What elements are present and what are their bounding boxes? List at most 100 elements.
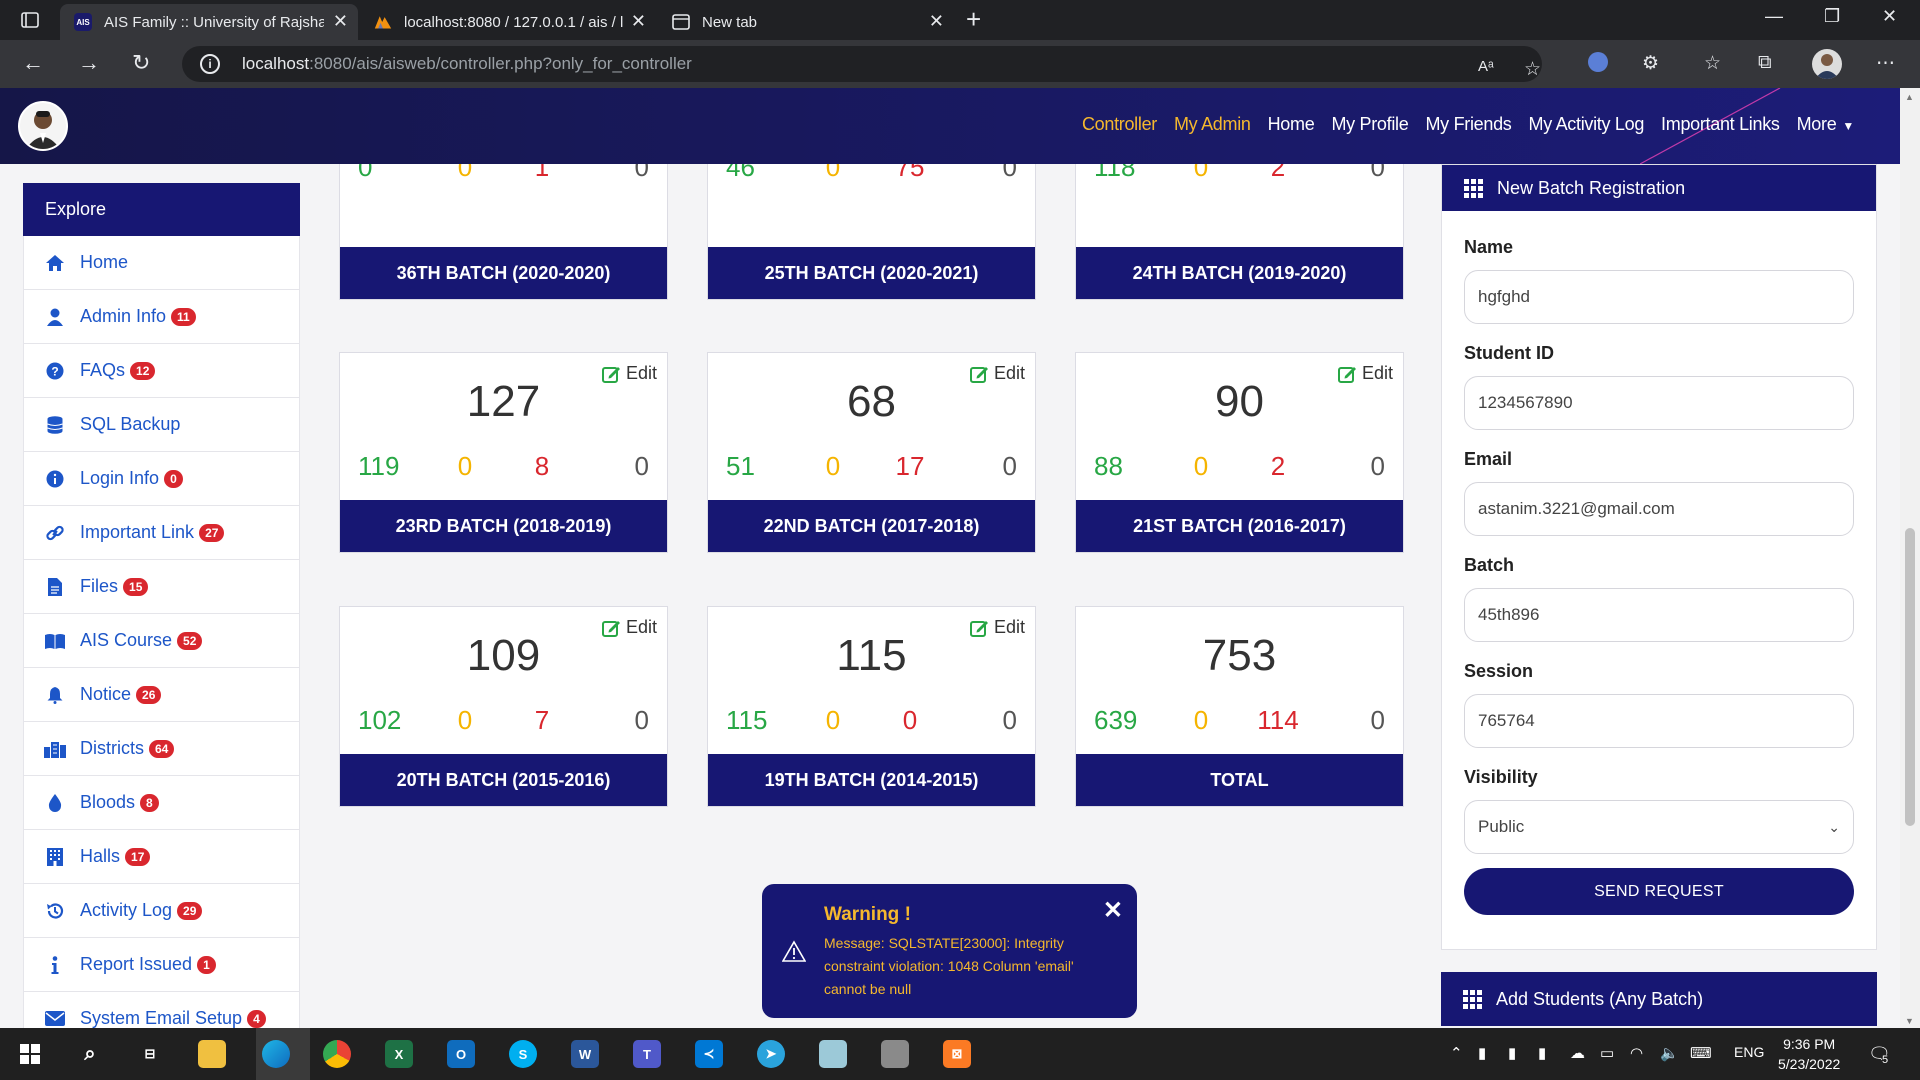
close-tab-icon[interactable]: ✕ (333, 11, 348, 32)
volume-muted-icon[interactable]: 🔈 (1660, 1044, 1679, 1062)
sidebar-item-halls[interactable]: Halls 17 (23, 830, 300, 884)
close-tab-icon[interactable]: ✕ (631, 11, 646, 32)
file-explorer-icon[interactable] (198, 1040, 226, 1068)
email-input[interactable]: astanim.3221@gmail.com (1464, 482, 1854, 536)
scroll-up-icon[interactable]: ▲ (1905, 92, 1914, 102)
send-request-button[interactable]: SEND REQUEST (1464, 868, 1854, 915)
tray-app-icon[interactable]: ▮ (1538, 1044, 1546, 1062)
nav-important-links[interactable]: Important Links (1661, 114, 1780, 135)
excel-icon[interactable]: X (385, 1040, 413, 1068)
outlook-icon[interactable]: O (447, 1040, 475, 1068)
teams-icon[interactable]: T (633, 1040, 661, 1068)
restore-icon[interactable]: ❐ (1824, 6, 1840, 27)
url-input[interactable]: i localhost:8080/ais/aisweb/controller.p… (182, 46, 1542, 82)
nav-my-friends[interactable]: My Friends (1425, 114, 1511, 135)
skype-icon[interactable]: S (509, 1040, 537, 1068)
batch-name-bar[interactable]: 20TH BATCH (2015-2016) (340, 754, 667, 806)
sidebar-item-admin-info[interactable]: Admin Info 11 (23, 290, 300, 344)
wifi-icon[interactable]: ◠ (1630, 1044, 1643, 1062)
tray-app-icon[interactable]: ▮ (1508, 1044, 1516, 1062)
batch-name-bar[interactable]: 19TH BATCH (2014-2015) (708, 754, 1035, 806)
word-icon[interactable]: W (571, 1040, 599, 1068)
tray-onedrive-icon[interactable]: ☁ (1570, 1044, 1585, 1062)
edit-button[interactable]: Edit (1337, 363, 1393, 384)
profile-avatar[interactable] (18, 101, 68, 151)
battery-icon[interactable]: ▭ (1600, 1044, 1614, 1062)
batch-name-bar[interactable]: 36TH BATCH (2020-2020) (340, 247, 667, 299)
add-students-panel-header[interactable]: Add Students (Any Batch) (1441, 972, 1877, 1026)
browser-tab-new[interactable]: New tab ✕ (658, 4, 954, 40)
minimize-icon[interactable]: — (1765, 6, 1783, 27)
telegram-icon[interactable]: ➤ (757, 1040, 785, 1068)
batch-name-bar[interactable]: 21ST BATCH (2016-2017) (1076, 500, 1403, 552)
nav-my-admin[interactable]: My Admin (1174, 114, 1251, 135)
favorites-icon[interactable]: ☆ (1704, 52, 1721, 75)
favorite-star-icon[interactable]: ☆ (1524, 58, 1541, 81)
snipping-tool-icon[interactable] (881, 1040, 909, 1068)
sidebar-item-bloods[interactable]: Bloods 8 (23, 776, 300, 830)
edge-browser-icon[interactable] (262, 1040, 290, 1068)
forward-icon[interactable]: → (78, 50, 100, 76)
name-input[interactable]: hgfghd (1464, 270, 1854, 324)
sidebar-item-report-issued[interactable]: Report Issued 1 (23, 938, 300, 992)
sidebar-item-activity-log[interactable]: Activity Log 29 (23, 884, 300, 938)
sidebar-item-districts[interactable]: Districts 64 (23, 722, 300, 776)
nav-my-activity-log[interactable]: My Activity Log (1529, 114, 1645, 135)
site-info-icon[interactable]: i (200, 54, 220, 74)
extensions-puzzle-icon[interactable]: ⚙ (1642, 52, 1659, 75)
nav-home[interactable]: Home (1268, 114, 1315, 135)
batch-input[interactable]: 45th896 (1464, 588, 1854, 642)
page-scrollbar[interactable]: ▲ ▼ (1900, 88, 1920, 1028)
sidebar-item-sql-backup[interactable]: SQL Backup (23, 398, 300, 452)
chrome-icon[interactable] (323, 1040, 351, 1068)
edit-button[interactable]: Edit (601, 617, 657, 638)
app-icon[interactable] (819, 1040, 847, 1068)
student-id-input[interactable]: 1234567890 (1464, 376, 1854, 430)
nav-controller[interactable]: Controller (1082, 114, 1157, 135)
profile-avatar-icon[interactable] (1812, 49, 1842, 79)
clock[interactable]: 9:36 PM 5/23/2022 (1778, 1034, 1840, 1074)
batch-name-bar[interactable]: 25TH BATCH (2020-2021) (708, 247, 1035, 299)
language-indicator[interactable]: ENG (1734, 1044, 1764, 1060)
tray-expand-icon[interactable]: ⌃ (1450, 1044, 1463, 1062)
session-input[interactable]: 765764 (1464, 694, 1854, 748)
extension-cursor-icon[interactable] (1588, 52, 1608, 72)
vscode-icon[interactable]: ≺ (695, 1040, 723, 1068)
batch-name-bar[interactable]: TOTAL (1076, 754, 1403, 806)
sidebar-item-files[interactable]: Files 15 (23, 560, 300, 614)
keyboard-icon[interactable]: ⌨ (1690, 1044, 1712, 1062)
windows-start-icon[interactable] (16, 1040, 44, 1068)
refresh-icon[interactable]: ↻ (132, 50, 150, 76)
sidebar-item-login-info[interactable]: Login Info 0 (23, 452, 300, 506)
nav-more-dropdown[interactable]: More ▼ (1797, 114, 1855, 135)
edit-button[interactable]: Edit (969, 363, 1025, 384)
scroll-down-icon[interactable]: ▼ (1905, 1016, 1914, 1026)
new-tab-plus-icon[interactable]: + (966, 4, 981, 35)
edit-button[interactable]: Edit (601, 363, 657, 384)
tray-app-icon[interactable]: ▮ (1478, 1044, 1486, 1062)
sidebar-item-faqs[interactable]: ? FAQs 12 (23, 344, 300, 398)
edit-button[interactable]: Edit (969, 617, 1025, 638)
tab-actions-icon[interactable] (12, 8, 48, 32)
xampp-icon[interactable]: ⊠ (943, 1040, 971, 1068)
sidebar-item-home[interactable]: Home (23, 236, 300, 290)
sidebar-item-important-link[interactable]: Important Link 27 (23, 506, 300, 560)
task-view-icon[interactable]: ⊟ (136, 1040, 164, 1068)
visibility-select[interactable]: Public ⌄ (1464, 800, 1854, 854)
scrollbar-thumb[interactable] (1905, 528, 1915, 826)
close-tab-icon[interactable]: ✕ (929, 11, 944, 32)
browser-tab-ais[interactable]: AIS AIS Family :: University of Rajshah … (60, 4, 358, 40)
search-icon[interactable]: ⌕ (76, 1040, 104, 1068)
close-window-icon[interactable]: ✕ (1882, 6, 1897, 27)
back-icon[interactable]: ← (22, 50, 44, 76)
sidebar-item-notice[interactable]: Notice 26 (23, 668, 300, 722)
sidebar-item-ais-course[interactable]: AIS Course 52 (23, 614, 300, 668)
nav-my-profile[interactable]: My Profile (1331, 114, 1408, 135)
collections-icon[interactable]: ⧉ (1758, 52, 1772, 74)
browser-tab-phpmyadmin[interactable]: localhost:8080 / 127.0.0.1 / ais / l ✕ (360, 4, 656, 40)
read-aloud-icon[interactable]: Aᵃ (1478, 58, 1494, 75)
batch-name-bar[interactable]: 22ND BATCH (2017-2018) (708, 500, 1035, 552)
batch-name-bar[interactable]: 24TH BATCH (2019-2020) (1076, 247, 1403, 299)
batch-name-bar[interactable]: 23RD BATCH (2018-2019) (340, 500, 667, 552)
close-icon[interactable]: ✕ (1103, 896, 1123, 925)
